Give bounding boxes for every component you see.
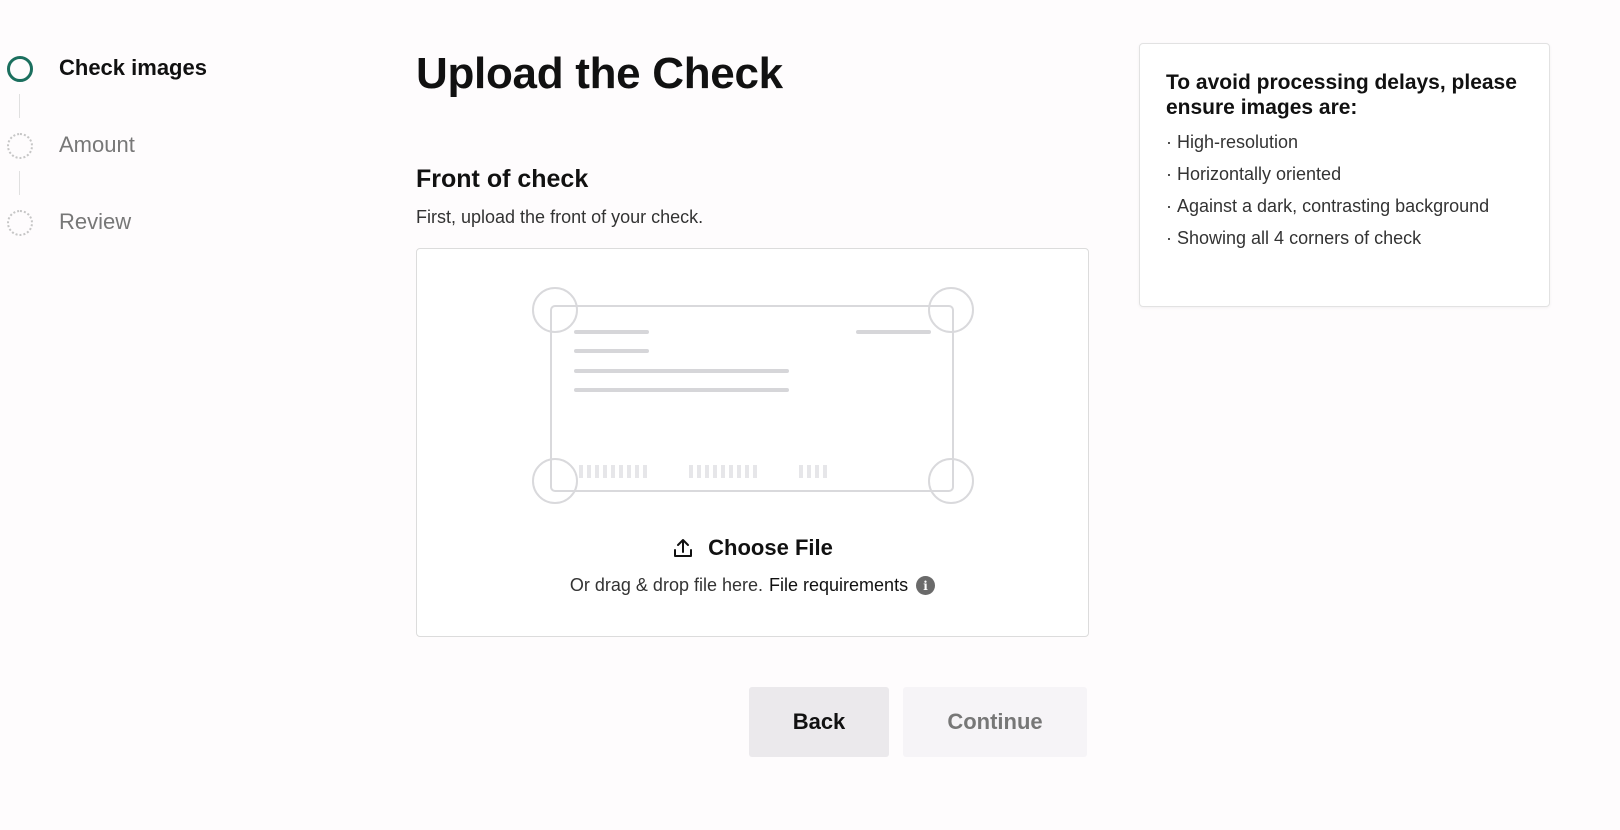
tips-title: To avoid processing delays, please ensur… xyxy=(1166,71,1517,119)
step-label: Review xyxy=(59,209,132,234)
form-actions: Back Continue xyxy=(749,687,1087,757)
info-icon[interactable]: i xyxy=(916,576,936,595)
check-illustration xyxy=(532,287,974,504)
image-tips-card: To avoid processing delays, please ensur… xyxy=(1139,43,1550,307)
step-label: Check images xyxy=(59,55,207,80)
section-title: Front of check xyxy=(416,165,589,193)
upload-icon xyxy=(674,539,693,557)
tips-item: Against a dark, contrasting background xyxy=(1166,194,1525,219)
choose-file-label: Choose File xyxy=(708,535,833,560)
section-description: First, upload the front of your check. xyxy=(416,207,704,227)
step-pending-circle-icon xyxy=(7,133,33,159)
back-button[interactable]: Back xyxy=(749,687,889,757)
step-active-circle-icon xyxy=(7,56,33,82)
step-pending-circle-icon xyxy=(7,210,33,236)
progress-stepper: Check images Amount Review xyxy=(0,52,260,283)
step-amount[interactable]: Amount xyxy=(0,129,260,206)
file-dropzone[interactable]: Choose File Or drag & drop file here. Fi… xyxy=(416,248,1089,637)
step-label: Amount xyxy=(59,132,135,157)
main-content: Upload the Check Front of check First, u… xyxy=(416,44,1089,757)
choose-file-button[interactable]: Choose File xyxy=(417,535,1088,561)
page: Check images Amount Review Upload the Ch… xyxy=(0,0,1620,830)
tips-item: Showing all 4 corners of check xyxy=(1166,226,1525,251)
step-connector xyxy=(19,94,20,118)
drop-hint: Or drag & drop file here. File requireme… xyxy=(417,575,1088,596)
page-title: Upload the Check xyxy=(416,49,783,98)
tips-list: High-resolution Horizontally oriented Ag… xyxy=(1166,130,1525,251)
step-review[interactable]: Review xyxy=(0,206,260,283)
step-connector xyxy=(19,171,20,195)
tips-item: High-resolution xyxy=(1166,130,1525,155)
tips-item: Horizontally oriented xyxy=(1166,162,1525,187)
drop-hint-text: Or drag & drop file here. xyxy=(569,575,764,595)
file-requirements-link[interactable]: File requirements xyxy=(769,575,908,596)
continue-button[interactable]: Continue xyxy=(903,687,1087,757)
step-check-images[interactable]: Check images xyxy=(0,52,260,129)
